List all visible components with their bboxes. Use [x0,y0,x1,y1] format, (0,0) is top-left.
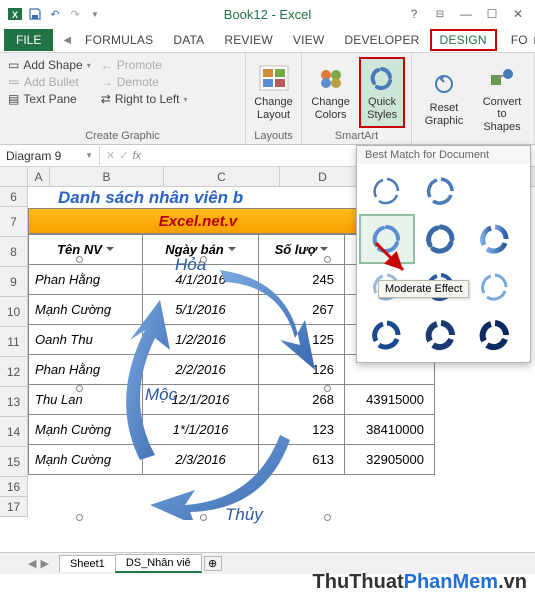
add-shape-icon: ▭ [8,58,19,72]
svg-text:X: X [12,10,18,20]
convert-icon [486,64,518,92]
table-row: Mạnh Cường1*/1/201612338410000 [29,415,435,445]
tab-format[interactable]: FO [501,29,530,51]
new-sheet-button[interactable]: ⊕ [204,556,222,571]
add-bullet-button: ≔Add Bullet [6,74,93,90]
col-a[interactable]: A [28,167,50,186]
table-row: Thu Lan12/1/201626843915000 [29,385,435,415]
group-label: SmartArt [308,128,405,142]
tab-scroll-right-icon[interactable]: ▶ [530,35,535,46]
row-11[interactable]: 11 [0,327,27,357]
sheet-nav-prev-icon[interactable]: ◀ [28,557,36,570]
col-d[interactable]: D [280,167,366,186]
col-b[interactable]: B [50,167,164,186]
quick-style-item[interactable] [469,168,521,214]
row-7[interactable]: 7 [0,207,27,237]
watermark: ThuThuatPhanMem.vn [313,571,527,594]
sheet-tab[interactable]: DS_Nhân viê [115,554,202,573]
tooltip: Moderate Effect [378,280,469,298]
quick-style-item[interactable] [415,312,467,358]
undo-icon[interactable]: ↶ [46,5,64,23]
quick-style-item[interactable] [415,168,467,214]
change-colors-button[interactable]: Change Colors [308,57,353,128]
cancel-formula-icon[interactable]: ✕ [106,149,115,162]
doc-title: Danh sách nhân viên b [58,188,243,208]
minimize-icon[interactable]: — [457,7,475,21]
col-c[interactable]: C [164,167,280,186]
ribbon-collapse-icon[interactable]: ⊟ [431,9,449,20]
tab-developer[interactable]: DEVELOPER [334,29,429,51]
annotation-arrow-icon [373,240,413,280]
quick-styles-icon [366,64,398,92]
tab-data[interactable]: DATA [163,29,214,51]
quick-style-item[interactable] [361,168,413,214]
quick-styles-header: Best Match for Document [357,146,530,164]
change-colors-icon [315,64,347,92]
row-14[interactable]: 14 [0,417,27,447]
excel-icon: X [6,5,24,23]
doc-banner: Excel.net.v [28,208,368,234]
quick-styles-button[interactable]: Quick Styles [359,57,405,128]
convert-to-shapes-button[interactable]: Convert to Shapes [476,57,528,140]
ribbon-group-layouts: Change Layout Layouts [246,53,302,144]
ribbon-tabs: FILE ◀ FORMULAS DATA REVIEW VIEW DEVELOP… [0,28,535,53]
row-12[interactable]: 12 [0,357,27,387]
row-8[interactable]: 8 [0,237,27,267]
change-layout-icon [258,64,290,92]
help-icon[interactable]: ? [405,7,423,21]
quick-style-item[interactable] [469,216,521,262]
name-box[interactable]: Diagram 9▼ [0,147,100,165]
reset-graphic-icon [428,70,460,98]
text-pane-icon: ▤ [8,92,19,106]
promote-icon: ← [101,58,113,72]
ribbon: ▭Add Shape▾ ≔Add Bullet ▤Text Pane ←Prom… [0,53,535,145]
row-9[interactable]: 9 [0,267,27,297]
tab-view[interactable]: VIEW [283,29,334,51]
tab-review[interactable]: REVIEW [214,29,283,51]
ribbon-group-smartart: Change Colors Quick Styles SmartArt [302,53,412,144]
qat-customize-icon[interactable]: ▼ [86,5,104,23]
quick-style-item[interactable] [469,264,521,310]
promote-button: ←Promote [99,57,190,73]
tab-file[interactable]: FILE [4,29,53,51]
row-6[interactable]: 6 [0,187,27,207]
close-icon[interactable]: ✕ [509,7,527,21]
fx-icon[interactable]: fx [132,150,141,162]
text-pane-button[interactable]: ▤Text Pane [6,91,93,107]
quick-access-toolbar: X ↶ ↷ ▼ [0,5,104,23]
row-15[interactable]: 15 [0,447,27,477]
sheet-nav-next-icon[interactable]: ▶ [40,557,48,570]
right-to-left-icon: ⇄ [101,92,111,106]
reset-graphic-button[interactable]: Reset Graphic [418,57,470,140]
group-label: Layouts [252,128,295,142]
window-title: Book12 - Excel [224,7,311,22]
group-label: Create Graphic [6,128,239,142]
tab-design[interactable]: DESIGN [430,29,497,51]
quick-style-item[interactable] [361,312,413,358]
demote-icon: → [101,75,113,89]
tab-formulas[interactable]: FORMULAS [75,29,163,51]
table-row: Mạnh Cường2/3/201661332905000 [29,445,435,475]
right-to-left-button[interactable]: ⇄Right to Left▾ [99,91,190,107]
enter-formula-icon[interactable]: ✓ [119,149,128,162]
row-headers: 6 7 8 9 10 11 12 13 14 15 16 17 [0,187,28,517]
save-icon[interactable] [26,5,44,23]
add-bullet-icon: ≔ [8,75,20,89]
row-13[interactable]: 13 [0,387,27,417]
maximize-icon[interactable]: ☐ [483,7,501,21]
row-16[interactable]: 16 [0,477,27,497]
demote-button: →Demote [99,74,190,90]
quick-style-item[interactable] [415,216,467,262]
row-17[interactable]: 17 [0,497,27,517]
change-layout-button[interactable]: Change Layout [252,57,295,128]
redo-icon[interactable]: ↷ [66,5,84,23]
quick-style-item[interactable] [469,312,521,358]
tab-scroll-left-icon[interactable]: ◀ [59,35,75,46]
ribbon-group-reset: Reset Graphic Convert to Shapes [412,53,535,144]
sheet-tab[interactable]: Sheet1 [59,555,116,572]
ribbon-group-create-graphic: ▭Add Shape▾ ≔Add Bullet ▤Text Pane ←Prom… [0,53,246,144]
titlebar: X ↶ ↷ ▼ Book12 - Excel ? ⊟ — ☐ ✕ [0,0,535,28]
row-10[interactable]: 10 [0,297,27,327]
add-shape-button[interactable]: ▭Add Shape▾ [6,57,93,73]
